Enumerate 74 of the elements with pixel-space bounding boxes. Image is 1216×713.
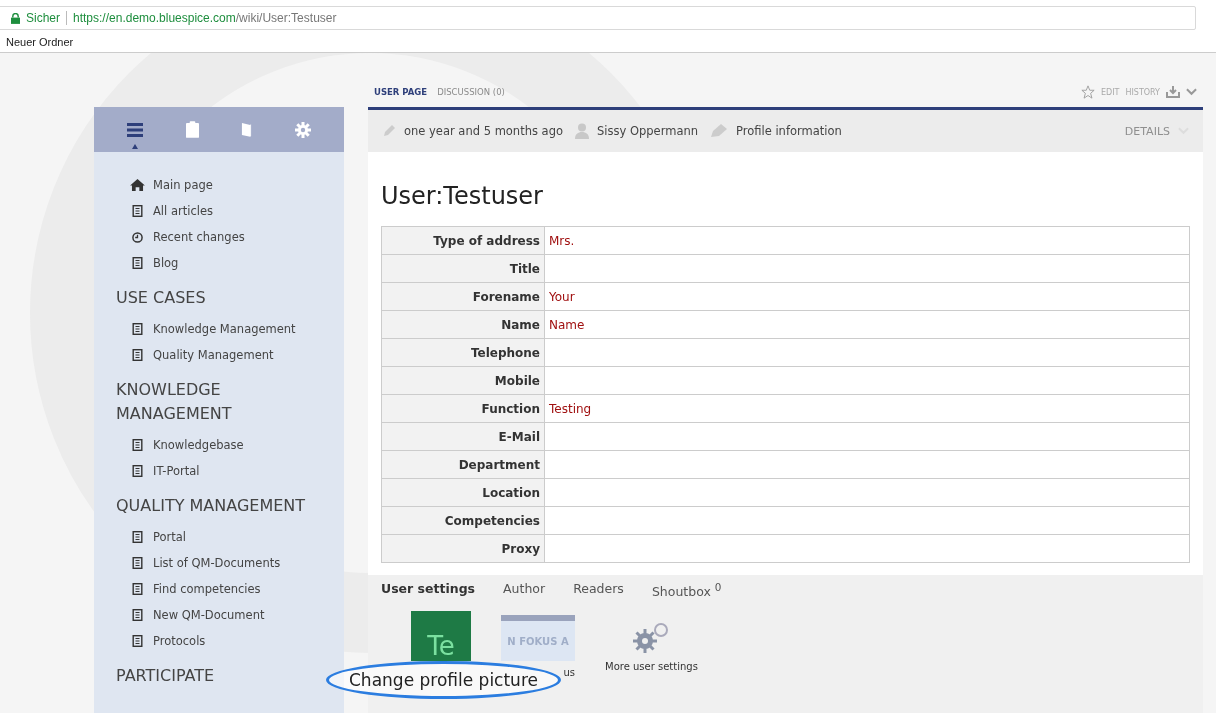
field-value: Name bbox=[544, 310, 1190, 339]
field-label: Name bbox=[381, 310, 545, 339]
field-label: E-Mail bbox=[381, 422, 545, 451]
sidebar-item[interactable]: Find competencies bbox=[130, 576, 261, 602]
settings-icon bbox=[294, 121, 311, 138]
secure-label: Sicher bbox=[26, 11, 60, 25]
sidebar-item[interactable]: Knowledge Management bbox=[130, 316, 296, 342]
document-icon bbox=[130, 583, 145, 595]
page-tab[interactable]: USER PAGE bbox=[374, 87, 428, 97]
field-label: Title bbox=[381, 254, 545, 283]
lock-icon bbox=[11, 12, 20, 24]
sidebar-heading: USE CASES bbox=[116, 287, 207, 309]
document-icon bbox=[130, 635, 145, 647]
callout-annotation: Change profile picture bbox=[326, 661, 561, 699]
address-bar[interactable]: Sicher https://en.demo.bluespice.com/wiki/User:Testuser bbox=[0, 6, 1196, 30]
field-value: Your bbox=[544, 282, 1190, 311]
sidebar-item[interactable]: Blog bbox=[130, 250, 179, 276]
sidebar-item[interactable]: All articles bbox=[130, 198, 213, 224]
tag-icon bbox=[710, 123, 728, 139]
field-value: Mrs. bbox=[544, 226, 1190, 255]
document-icon bbox=[130, 205, 145, 217]
modified-time: one year and 5 months ago bbox=[404, 124, 563, 138]
category-link[interactable]: Profile information bbox=[736, 124, 842, 138]
sidebar-item[interactable]: Portal bbox=[130, 524, 187, 550]
document-icon bbox=[130, 439, 145, 451]
clipboard-icon bbox=[185, 121, 199, 138]
document-icon bbox=[130, 257, 145, 269]
star-icon[interactable] bbox=[1080, 85, 1095, 99]
sidebar-item[interactable]: Protocols bbox=[130, 628, 206, 654]
pencil-icon bbox=[382, 124, 396, 138]
book-icon bbox=[241, 122, 253, 137]
tile-label[interactable]: More user settings bbox=[605, 661, 698, 673]
document-icon bbox=[130, 609, 145, 621]
chevron-down-icon[interactable] bbox=[1186, 88, 1197, 96]
sidebar-heading: PARTICIPATE bbox=[116, 665, 216, 687]
user-icon bbox=[575, 123, 589, 139]
field-label: Telephone bbox=[381, 338, 545, 367]
profile-tab[interactable]: Shoutbox $^{0}$ bbox=[651, 581, 722, 600]
profile-tab[interactable]: Readers bbox=[573, 581, 624, 600]
field-value: Testing bbox=[544, 394, 1190, 423]
profile-tab[interactable]: User settings bbox=[381, 581, 476, 600]
document-icon bbox=[130, 349, 145, 361]
field-label: Type of address bbox=[381, 226, 545, 255]
document-icon bbox=[130, 557, 145, 569]
author-link[interactable]: Sissy Oppermann bbox=[597, 124, 698, 138]
sidebar-heading: QUALITY MANAGEMENT bbox=[116, 495, 306, 517]
profile-tab[interactable]: Author bbox=[503, 581, 546, 600]
sidebar-item[interactable]: Knowledgebase bbox=[130, 432, 244, 458]
url-text: https://en.demo.bluespice.com/wiki/User:Testuser bbox=[73, 11, 337, 25]
tile-label[interactable]: us bbox=[563, 667, 575, 679]
sidebar-item[interactable]: Recent changes bbox=[130, 224, 245, 250]
page-title: User:Testuser bbox=[381, 182, 544, 210]
sidebar-heading: KNOWLEDGE MANAGEMENT bbox=[116, 379, 233, 425]
field-label: Department bbox=[381, 450, 545, 479]
sidebar-item[interactable]: Quality Management bbox=[130, 342, 274, 368]
bookmark[interactable]: Neuer Ordner bbox=[6, 36, 74, 48]
download-icon[interactable] bbox=[1166, 86, 1180, 98]
document-icon bbox=[130, 465, 145, 477]
field-label: Mobile bbox=[381, 366, 545, 395]
field-label: Forename bbox=[381, 282, 545, 311]
document-icon bbox=[130, 323, 145, 335]
clock-icon bbox=[130, 231, 145, 243]
menu-icon bbox=[127, 122, 144, 137]
sidebar-item[interactable]: IT-Portal bbox=[130, 458, 200, 484]
home-icon bbox=[130, 179, 145, 191]
sidebar-item[interactable]: Main page bbox=[130, 172, 213, 198]
field-label: Location bbox=[381, 478, 545, 507]
document-icon bbox=[130, 531, 145, 543]
sidebar-item[interactable]: List of QM-Documents bbox=[130, 550, 281, 576]
caret-icon bbox=[132, 143, 139, 149]
field-label: Proxy bbox=[381, 534, 545, 563]
field-label: Competencies bbox=[381, 506, 545, 535]
sidebar-item[interactable]: New QM-Document bbox=[130, 602, 265, 628]
field-label: Function bbox=[381, 394, 545, 423]
